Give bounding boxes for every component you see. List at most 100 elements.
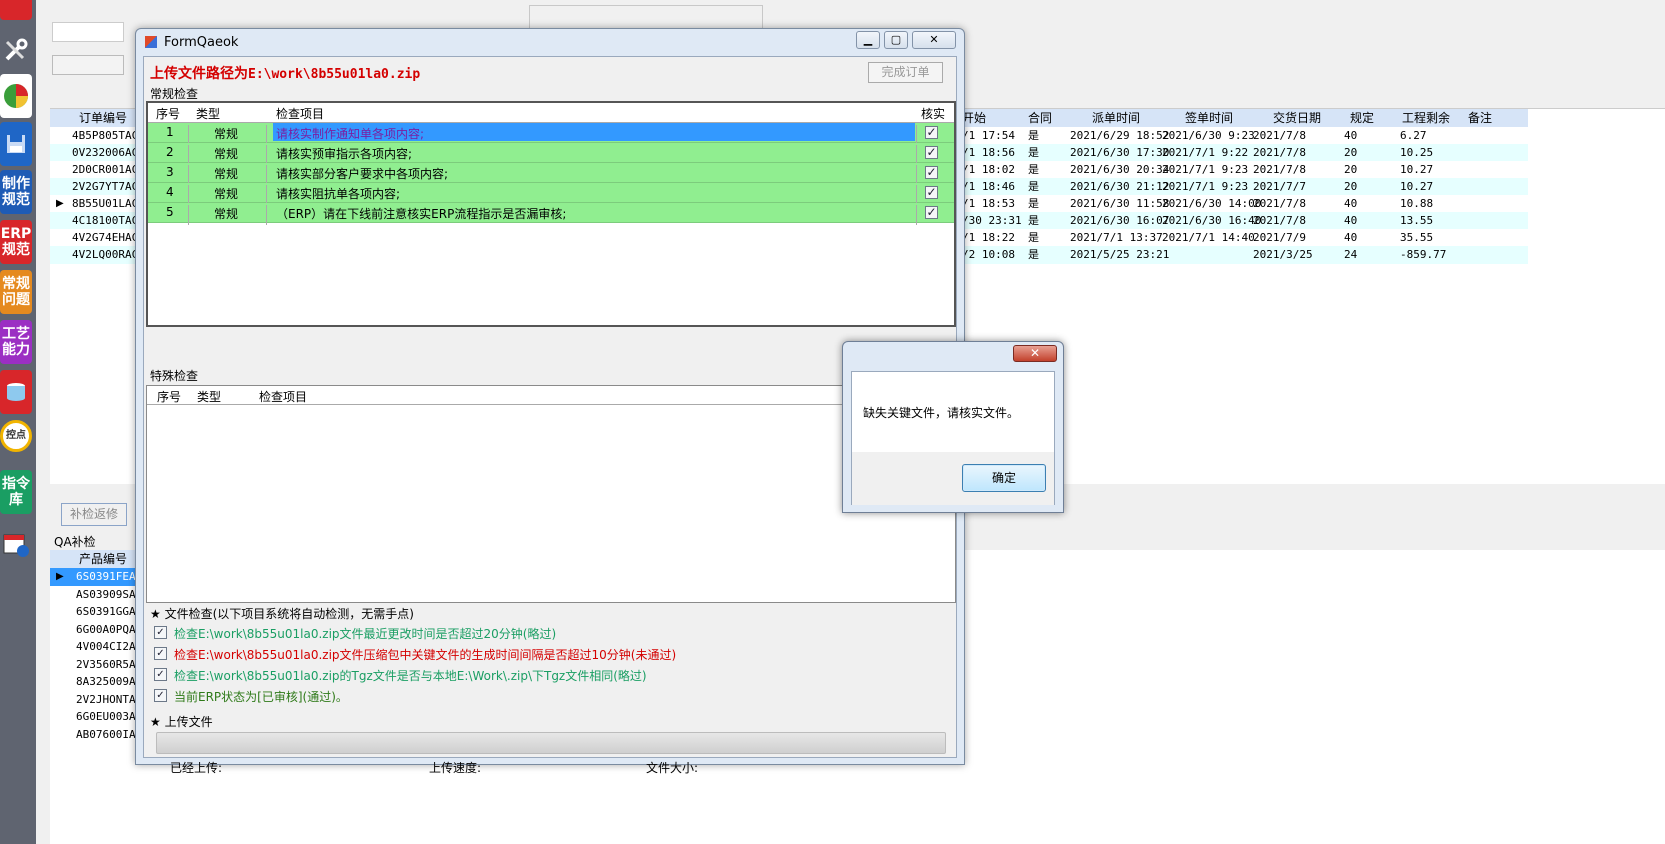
- product-cell: AS03909SAC: [76, 587, 143, 601]
- col-start: 开始: [962, 111, 987, 125]
- order-cell: /1 17:54: [962, 129, 1015, 142]
- row-item: 请核实阻抗单各项内容;: [276, 187, 401, 201]
- file-check-checkbox[interactable]: ✓: [154, 626, 167, 639]
- uploaded-label: 已经上传:: [170, 761, 223, 775]
- order-cell: 2021/7/9: [1253, 231, 1306, 244]
- bucheck-fanxiu-button[interactable]: 补检返修: [61, 503, 127, 526]
- second-combo-box[interactable]: [52, 55, 124, 75]
- launcher-zhizuo-button[interactable]: 制作 规范: [0, 170, 32, 214]
- order-cell: /30 23:31: [962, 214, 1022, 227]
- routine-check-row[interactable]: 2 常规 请核实预审指示各项内容; ✓: [148, 143, 954, 165]
- grid-divider: [266, 185, 267, 205]
- file-check-checkbox[interactable]: ✓: [154, 689, 167, 702]
- launcher-changgui-button[interactable]: 常规 问题: [0, 270, 32, 314]
- product-row[interactable]: 8A325009AC: [50, 673, 142, 691]
- special-check-label: 特殊检查: [150, 369, 199, 383]
- file-check-checkbox[interactable]: ✓: [154, 668, 167, 681]
- launcher-erp-button[interactable]: ERP 规范: [0, 220, 32, 264]
- launcher-kongdian-button[interactable]: 控点: [0, 420, 32, 452]
- routine-check-row[interactable]: 4 常规 请核实阻抗单各项内容; ✓: [148, 183, 954, 205]
- col-order-no: 订单编号: [79, 111, 128, 125]
- top-combo-box[interactable]: [52, 22, 124, 42]
- product-grid-header: 产品编号: [50, 550, 140, 568]
- database-icon[interactable]: [0, 370, 32, 414]
- order-cell: 2021/7/7: [1253, 180, 1306, 193]
- col-type: 类型: [196, 107, 221, 121]
- file-check-checkbox[interactable]: ✓: [154, 647, 167, 660]
- routine-check-row[interactable]: 1 常规 请核实制作通知单各项内容; ✓: [148, 123, 954, 145]
- tools-icon[interactable]: [0, 28, 32, 72]
- col-seq: 序号: [157, 390, 182, 404]
- product-cell: AB07600IAC: [76, 727, 143, 741]
- row-seq: 5: [166, 205, 174, 219]
- order-cell: 10.88: [1400, 197, 1434, 210]
- order-cell: 2021/7/8: [1253, 146, 1306, 159]
- order-cell: 2021/6/30 11:58: [1070, 197, 1170, 210]
- row-item: 请核实制作通知单各项内容;: [273, 123, 915, 141]
- verify-checkbox[interactable]: ✓: [925, 166, 938, 179]
- dialog-title-bar[interactable]: FormQaeok ▁ ▢ ✕: [136, 29, 964, 55]
- order-cell: 是: [1028, 248, 1039, 261]
- pie-chart-icon[interactable]: [0, 74, 32, 118]
- verify-checkbox[interactable]: ✓: [925, 146, 938, 159]
- save-icon[interactable]: [0, 122, 32, 166]
- finish-order-button[interactable]: 完成订单: [868, 62, 943, 83]
- calendar-icon[interactable]: [0, 522, 32, 566]
- row-type: 常规: [214, 207, 239, 221]
- product-row[interactable]: AB07600IAC: [50, 725, 143, 744]
- grid-divider: [266, 145, 267, 165]
- dialog-client-area: 上传文件路径为E:\work\8b55u01la0.zip 完成订单 常规检查 …: [143, 56, 957, 775]
- product-row[interactable]: ▶ 6S0391FEAC: [50, 568, 143, 586]
- product-row[interactable]: 2V2JHONTAC: [50, 690, 142, 709]
- order-cell: 2021/7/1 9:23: [1162, 163, 1249, 176]
- order-cell: 6.27: [1400, 129, 1427, 142]
- close-button[interactable]: ✕: [912, 31, 956, 49]
- minimize-button[interactable]: ▁: [856, 31, 880, 49]
- grid-divider: [266, 205, 267, 225]
- special-check-grid[interactable]: 序号 类型 检查项目: [146, 385, 956, 603]
- ok-button[interactable]: 确定: [962, 464, 1046, 492]
- launcher-top-icon[interactable]: [0, 0, 32, 20]
- product-row[interactable]: 6S0391GGAC: [50, 603, 142, 621]
- product-cell: 6G00A0PQAC: [76, 622, 143, 636]
- message-close-button[interactable]: ✕: [1013, 345, 1057, 362]
- launcher-zhiling-button[interactable]: 指令 库: [0, 470, 32, 514]
- order-cell: 4B5P805TAC: [72, 129, 139, 142]
- routine-check-row[interactable]: 3 常规 请核实部分客户要求中各项内容; ✓: [148, 163, 954, 185]
- launcher-gongyi-button[interactable]: 工艺 能力: [0, 320, 32, 364]
- verify-checkbox[interactable]: ✓: [925, 126, 938, 139]
- order-cell: 4V2G74EHAC: [72, 231, 139, 244]
- upload-path-value: E:\work\8b55u01la0.zip: [248, 67, 421, 82]
- launcher-sidebar: 制作 规范 ERP 规范 常规 问题 工艺 能力 控点 指令 库: [0, 0, 36, 844]
- order-cell: 0V232006AC: [72, 146, 139, 159]
- col-delivery-date: 交货日期: [1273, 111, 1322, 125]
- product-row[interactable]: 4V004CI2AC: [50, 638, 142, 656]
- order-cell: 2021/3/25: [1253, 248, 1313, 261]
- order-cell: 13.55: [1400, 214, 1434, 227]
- special-grid-header: 序号 类型 检查项目: [147, 386, 955, 405]
- row-seq: 3: [166, 165, 174, 179]
- order-cell: 2021/7/1 14:40: [1162, 231, 1255, 244]
- routine-check-grid[interactable]: 序号 类型 检查项目 核实 1 常规 请核实制作通知单各项内容; ✓ 2 常规 请核实预审指…: [146, 101, 956, 327]
- upload-path-prefix: 上传文件路径为: [150, 66, 248, 82]
- col-verify: 核实: [921, 107, 946, 121]
- product-row[interactable]: 6G0EU003AC: [50, 708, 142, 726]
- order-cell: 2021/7/8: [1253, 214, 1306, 227]
- maximize-button[interactable]: ▢: [884, 31, 908, 49]
- col-dispatch-time: 派单时间: [1092, 111, 1141, 125]
- product-cell: 6S0391FEAC: [76, 570, 143, 583]
- verify-checkbox[interactable]: ✓: [925, 206, 938, 219]
- message-client-area: 缺失关键文件，请核实文件。 确定: [851, 371, 1055, 505]
- verify-checkbox[interactable]: ✓: [925, 186, 938, 199]
- product-row[interactable]: 6G00A0PQAC: [50, 620, 143, 639]
- routine-check-row[interactable]: 5 常规 （ERP）请在下线前注意核实ERP流程指示是否漏审核; ✓: [148, 203, 954, 225]
- order-cell: /1 18:56: [962, 146, 1015, 159]
- message-box: ✕ 缺失关键文件，请核实文件。 确定: [842, 341, 1064, 513]
- order-cell: 40: [1344, 197, 1358, 210]
- routine-check-label: 常规检查: [150, 87, 199, 101]
- row-seq: 4: [166, 185, 174, 199]
- product-row[interactable]: AS03909SAC: [50, 585, 143, 604]
- product-row[interactable]: 2V3560R5AC: [50, 655, 142, 674]
- col-rule: 规定: [1350, 111, 1375, 125]
- order-cell: 8B55U01LAC: [72, 197, 139, 210]
